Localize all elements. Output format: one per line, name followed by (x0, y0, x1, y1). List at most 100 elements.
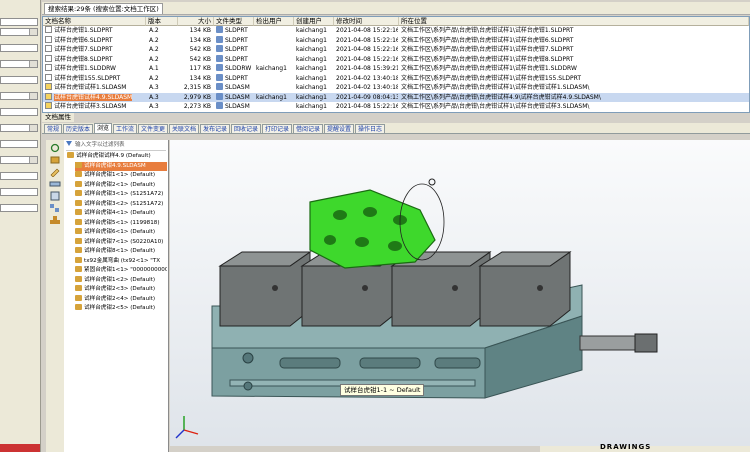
filter-field-2[interactable] (0, 28, 38, 36)
table-row[interactable]: 试样台虎钳1.SLDDRW A.1 117 KB SLDDRW kaichang1 kai… (43, 64, 749, 73)
chevron-down-icon[interactable] (29, 125, 37, 131)
cell-type-text: SLDDRW (225, 65, 252, 72)
cell-size: 134 KB (189, 74, 211, 82)
results-title[interactable]: 搜索结果:29条 (搜索位置:文档工作区) (44, 3, 163, 14)
col-header-name[interactable]: 文档名称 (43, 17, 146, 26)
tree-node[interactable]: 试样台虎钳2<5> (Default) (75, 304, 167, 313)
tab-11[interactable]: 操作日志 (355, 124, 386, 133)
refresh-icon[interactable] (49, 143, 61, 153)
table-row[interactable]: 试样台虎钳155.SLDPRT A.2 134 KB SLDPRT kaichang1 2… (43, 73, 749, 83)
chevron-down-icon[interactable] (29, 29, 37, 35)
filter-field-6[interactable] (0, 92, 38, 100)
assembly-file-icon (45, 92, 52, 100)
tree-node-label: 试样台虎钳2<1> (Default) (84, 181, 156, 188)
tree-node[interactable]: 试样台虎钳7<1> (S0220A10) (75, 237, 167, 247)
tree-node[interactable]: 试样台虎钳试样4.9 (Default) (67, 152, 167, 161)
view-toolbar (46, 140, 65, 452)
table-row[interactable]: 试样台虎钳1.SLDPRT A.2 134 KB SLDPRT kaichang1 202… (43, 26, 749, 35)
filter-field-4[interactable] (0, 60, 38, 68)
tree-node[interactable]: 试样台虎钳8<1> (Default) (75, 247, 167, 256)
table-row[interactable]: 试样台虎钳试样3.SLDASM A.3 2,273 KB SLDASM kaichang… (43, 102, 749, 111)
col-header-time[interactable]: 修改时间 (334, 17, 399, 26)
table-row[interactable]: 试样台虎钳试样4.9.SLDASM A.3 2,979 KB SLDASM kaicha… (43, 92, 749, 102)
chevron-down-icon[interactable] (29, 157, 37, 163)
cell-loc: 文档工作区\系列产品\台虎钳\台虎钳试样1\试样台虎钳155.SLDPRT (401, 74, 582, 82)
tree-node[interactable]: 试样台虎钳3<1> (S1251A72) (75, 190, 167, 199)
filter-field-1[interactable] (0, 18, 38, 26)
col-header-location[interactable]: 所在位置 (399, 17, 749, 26)
tab-10[interactable]: 提醒设置 (324, 124, 355, 133)
tree-node[interactable]: 试样台虎钳1<2> (Default) (75, 275, 167, 285)
cell-creator: kaichang1 (296, 36, 327, 44)
status-strip (0, 444, 40, 452)
tree-node[interactable]: 紧固台虎钳1<1> "0000000000 (75, 266, 167, 275)
tree-node-label: 试样台虎钳5<1> (1199818) (84, 219, 160, 226)
tree-node-label: 试样台虎钳2<4> (Default) (84, 295, 156, 302)
filter-field-3[interactable] (0, 44, 38, 52)
tab-8[interactable]: 打印记录 (262, 124, 293, 133)
section-icon[interactable] (49, 191, 61, 201)
tab-9[interactable]: 借阅记录 (293, 124, 324, 133)
tree-node-label: 试样台虎钳3<2> (S1251A72) (84, 200, 164, 207)
tab-1[interactable]: 历史版本 (63, 124, 94, 133)
table-row[interactable]: 试样台虎钳试样1.SLDASM A.3 2,315 KB SLDASM kaichang… (43, 83, 749, 92)
table-row[interactable]: 试样台虎钳6.SLDPRT A.2 134 KB SLDPRT kaichang1 202… (43, 35, 749, 45)
measure-icon[interactable] (49, 179, 61, 189)
tab-2[interactable]: 浏览 (94, 123, 113, 133)
cell-creator: kaichang1 (296, 55, 327, 63)
part-icon (75, 294, 82, 301)
tree-node[interactable]: 试样台虎钳2<4> (Default) (75, 294, 167, 304)
tab-3[interactable]: 工作流 (113, 124, 138, 133)
explode-icon[interactable] (49, 203, 61, 213)
filter-field-10[interactable] (0, 156, 38, 164)
filter-field-5[interactable] (0, 76, 38, 84)
chevron-down-icon[interactable] (29, 61, 37, 67)
pencil-icon[interactable] (49, 167, 61, 177)
tree-node[interactable]: 试样台虎钳2<1> (Default) (75, 180, 167, 190)
col-header-type[interactable]: 文件类型 (214, 17, 254, 26)
cell-creator: kaichang1 (296, 46, 327, 53)
col-header-version[interactable]: 版本 (146, 17, 178, 26)
col-header-creator[interactable]: 创建用户 (294, 17, 334, 26)
part-file-icon (45, 54, 52, 62)
results-grid[interactable]: 文档名称 版本 大小 文件类型 检出用户 创建用户 修改时间 所在位置 试样台虎… (42, 16, 750, 113)
tree-node[interactable]: 试样台虎钳6<1> (Default) (75, 228, 167, 237)
filter-icon (66, 141, 72, 146)
tree-node-label: 试样台虎钳2<5> (Default) (84, 305, 156, 311)
table-row[interactable]: 试样台虎钳7.SLDPRT A.2 542 KB SLDPRT kaichang1 202… (43, 45, 749, 54)
tree-node[interactable]: 试样台虎钳2<3> (Default) (75, 285, 167, 294)
tree-node[interactable]: 试样台虎钳1<1> (Default) (75, 171, 167, 180)
status-bar: DRAWINGS (540, 443, 750, 452)
stamp-icon[interactable] (49, 215, 61, 225)
tree-node[interactable]: 试样台虎钳5<1> (1199818) (75, 218, 167, 228)
cell-time: 2021-04-09 08:04:13 (336, 93, 398, 101)
tab-7[interactable]: 回收记录 (231, 124, 262, 133)
filter-field-13[interactable] (0, 204, 38, 212)
tree-filter-input[interactable]: 输入文字以过滤列表 (66, 141, 166, 151)
col-header-size[interactable]: 大小 (178, 17, 214, 26)
filter-field-8[interactable] (0, 124, 38, 132)
assembly-icon[interactable] (49, 155, 61, 165)
filter-field-7[interactable] (0, 108, 38, 116)
cell-ver: A.3 (149, 103, 159, 110)
tab-5[interactable]: 关联文档 (169, 124, 200, 133)
tree-node[interactable]: 试样台虎钳4<1> (Default) (75, 209, 167, 218)
filter-field-9[interactable] (0, 140, 38, 148)
model-viewport[interactable]: 试样台虎钳1-1 ~ Default (170, 140, 750, 446)
tab-6[interactable]: 发布记录 (200, 124, 231, 133)
tree-node[interactable]: 试样台虎钳3<2> (S1251A72) (75, 199, 167, 209)
part-icon (75, 237, 82, 244)
filter-field-11[interactable] (0, 172, 38, 180)
tree-node[interactable]: tx92金属弯曲 (tx92<1> "TX (75, 256, 167, 266)
tree-node-label: 试样台虎钳1<1> (Default) (84, 172, 156, 178)
col-header-checkout[interactable]: 检出用户 (254, 17, 294, 26)
tab-4[interactable]: 文件变更 (138, 124, 169, 133)
table-row[interactable]: 试样台虎钳8.SLDPRT A.2 542 KB SLDPRT kaichang1 202… (43, 54, 749, 64)
part-icon (75, 199, 82, 206)
tree-node[interactable]: 试样台虎钳4.9.SLDASM (75, 161, 167, 171)
filter-field-12[interactable] (0, 188, 38, 196)
cell-name-text: 试样台虎钳155.SLDPRT (54, 74, 121, 82)
feature-tree[interactable]: 输入文字以过滤列表 试样台虎钳试样4.9 (Default) 试样台虎钳4.9.S… (64, 140, 169, 452)
chevron-down-icon[interactable] (29, 93, 37, 99)
tab-0[interactable]: 常规 (44, 124, 63, 133)
